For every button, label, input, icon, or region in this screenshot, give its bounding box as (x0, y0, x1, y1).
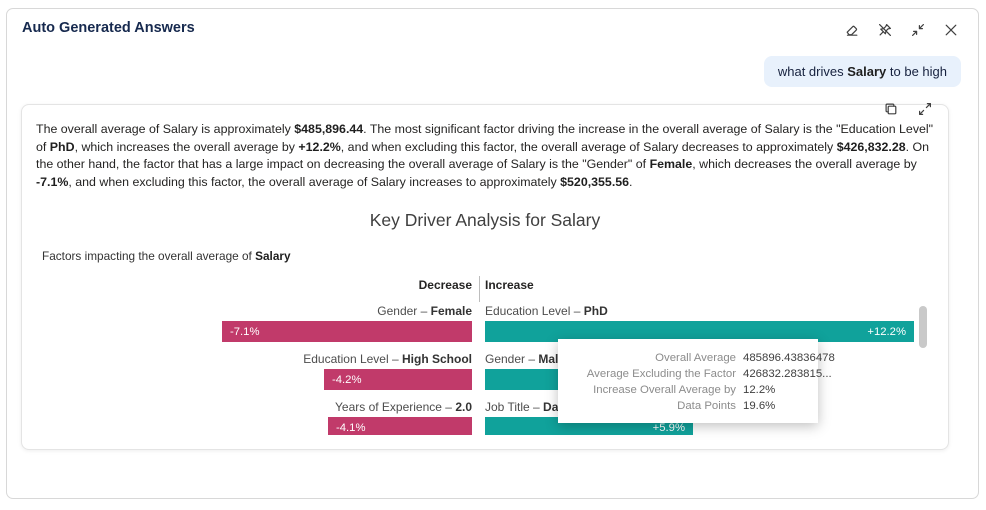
chart-title: Key Driver Analysis for Salary (22, 210, 948, 231)
factor-label: Education Level – PhD (485, 304, 608, 318)
decrease-cell: Education Level – High School -4.2% (303, 352, 472, 390)
user-question-bubble: what drives Salary to be high (764, 56, 961, 87)
decrease-bar[interactable]: -4.2% (324, 369, 472, 390)
factor-label: Gender – Female (377, 304, 472, 318)
column-divider (479, 276, 480, 302)
bar-value-label: -4.2% (332, 374, 362, 386)
decrease-cell: Gender – Female -7.1% (222, 304, 472, 342)
tooltip-label: Data Points (568, 400, 736, 412)
eraser-icon[interactable] (841, 19, 863, 41)
collapse-icon[interactable] (907, 19, 929, 41)
panel-toolbar (841, 19, 962, 41)
decrease-cell: Years of Experience – 2.0 -4.1% (328, 400, 472, 435)
bar-value-label: -4.1% (336, 422, 366, 434)
chart-scrollbar-thumb[interactable] (919, 306, 927, 348)
factor-label: Job Title – Dat (485, 400, 562, 414)
app-canvas: { "panel": { "title": "Auto Generated An… (0, 0, 986, 510)
tooltip-value: 426832.283815... (743, 368, 835, 380)
bar-value-label: -7.1% (230, 326, 260, 338)
decrease-column-header: Decrease (419, 278, 472, 292)
close-icon[interactable] (940, 19, 962, 41)
factor-label: Years of Experience – 2.0 (335, 400, 472, 414)
chart-subtitle: Factors impacting the overall average of… (42, 249, 291, 263)
factor-label: Gender – Male (485, 352, 565, 366)
panel-title: Auto Generated Answers (22, 20, 195, 36)
decrease-bar[interactable]: -4.1% (328, 417, 472, 435)
bar-value-label: +12.2% (867, 326, 906, 338)
tooltip-label: Increase Overall Average by (568, 384, 736, 396)
chart-tooltip: Overall Average 485896.43836478 Average … (558, 339, 818, 423)
auto-answers-panel: Auto Generated Answers (6, 8, 979, 499)
tooltip-value: 19.6% (743, 400, 835, 412)
tooltip-label: Overall Average (568, 352, 736, 364)
factor-label: Education Level – High School (303, 352, 472, 366)
answer-paragraph: The overall average of Salary is approxi… (36, 121, 934, 191)
unpin-icon[interactable] (874, 19, 896, 41)
increase-cell: Education Level – PhD +12.2% (485, 304, 914, 342)
decrease-bar[interactable]: -7.1% (222, 321, 472, 342)
increase-column-header: Increase (485, 278, 534, 292)
tooltip-value: 12.2% (743, 384, 835, 396)
tooltip-value: 485896.43836478 (743, 352, 835, 364)
tooltip-label: Average Excluding the Factor (568, 368, 736, 380)
bar-value-label: +5.9% (653, 422, 685, 434)
